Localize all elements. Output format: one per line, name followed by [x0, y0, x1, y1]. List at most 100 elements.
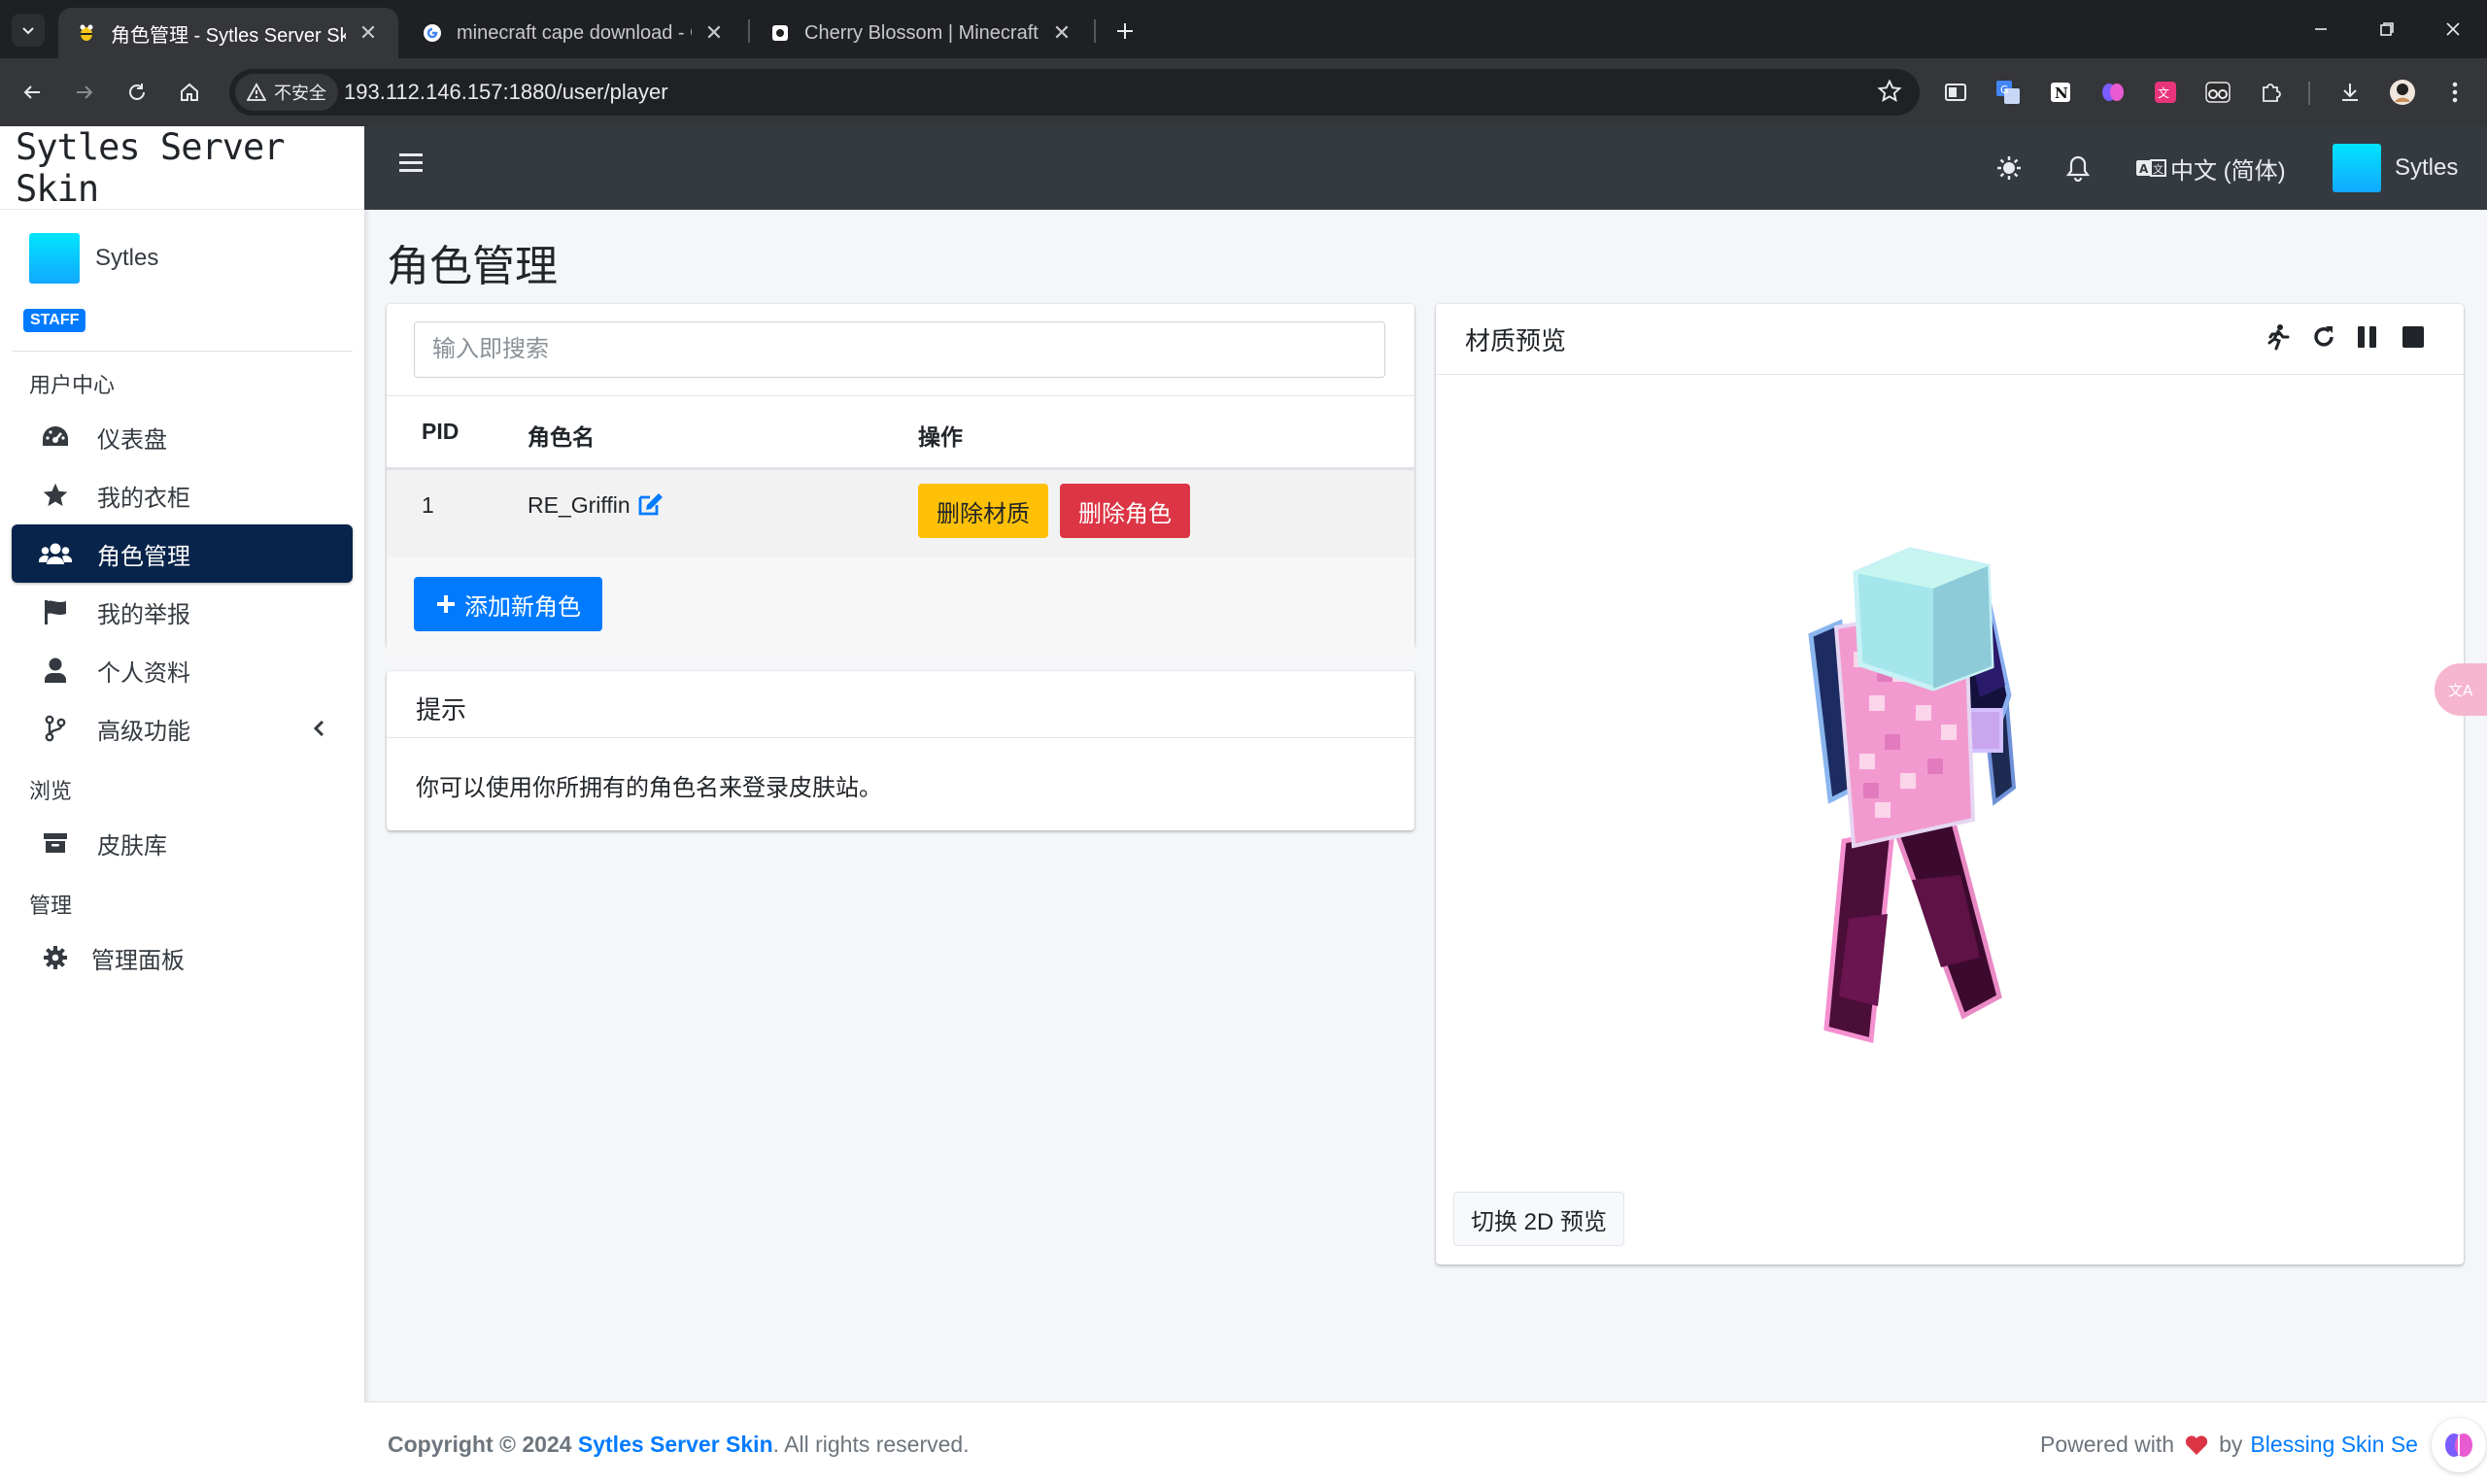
brain-extension-icon[interactable]: [2098, 78, 2128, 107]
dashboard-icon: [39, 422, 72, 452]
nav-header-user-center: 用户中心: [29, 373, 116, 397]
security-chip[interactable]: 不安全: [235, 74, 338, 111]
new-tab-button[interactable]: [1106, 12, 1144, 51]
running-icon[interactable]: [2266, 323, 2291, 351]
add-player-button[interactable]: 添加新角色: [414, 577, 602, 631]
user-avatar[interactable]: [29, 233, 80, 284]
browser-tab[interactable]: Cherry Blossom | Minecraft C ✕: [752, 8, 1092, 58]
user-icon: [39, 656, 72, 685]
translate-extension-icon[interactable]: G: [1993, 78, 2023, 107]
sidebar-item-profile[interactable]: 个人资料: [12, 641, 353, 699]
sidebar-item-label: 高级功能: [97, 718, 190, 745]
close-tab-icon[interactable]: ✕: [356, 20, 381, 46]
google-favicon-icon: [422, 22, 443, 44]
users-icon: [39, 539, 72, 568]
sidebar-item-label: 我的举报: [97, 601, 190, 628]
sidebar-extension-icon[interactable]: [1941, 78, 1970, 107]
url-text[interactable]: 193.112.146.157:1880/user/player: [344, 69, 668, 116]
delete-texture-button[interactable]: 删除材质: [918, 484, 1048, 538]
skin-viewer-canvas[interactable]: [1436, 375, 2464, 1111]
page-title: 角色管理: [387, 243, 558, 290]
copyright-text: Copyright © 2024 Sytles Server Skin. All…: [388, 1432, 970, 1458]
tip-title: 提示: [416, 695, 467, 725]
chevron-left-icon[interactable]: [312, 719, 325, 738]
forward-button[interactable]: [64, 72, 105, 113]
navbar-user-name: Sytles: [2395, 154, 2459, 181]
divider: [387, 737, 1414, 738]
search-input[interactable]: [414, 321, 1385, 378]
sidebar-user-name[interactable]: Sytles: [95, 245, 158, 272]
browser-tab-active[interactable]: 角色管理 - Sytles Server Skin ✕: [58, 8, 398, 58]
arrow-right-icon: [77, 85, 93, 99]
restore-button[interactable]: [2353, 0, 2421, 58]
svg-text:文A: 文A: [2448, 682, 2473, 699]
toolbar-separator: [2308, 82, 2310, 105]
security-label: 不安全: [274, 84, 326, 103]
user-panel: Sytles STAFF: [12, 210, 353, 352]
sidebar-item-dashboard[interactable]: 仪表盘: [12, 408, 353, 466]
copyright-prefix: Copyright © 2024: [388, 1432, 572, 1457]
close-tab-icon[interactable]: ✕: [1049, 20, 1074, 46]
gear-icon: [39, 943, 72, 972]
menu-kebab-icon[interactable]: [2440, 78, 2470, 107]
notification-bell-icon[interactable]: [2065, 126, 2091, 210]
svg-text:G: G: [2000, 84, 2009, 96]
card-footer: 添加新角色: [387, 557, 1414, 659]
sidebar-item-advanced[interactable]: 高级功能: [12, 699, 353, 758]
player-pid: 1: [422, 492, 434, 518]
rotate-icon[interactable]: [2310, 323, 2337, 351]
sidebar-item-reports[interactable]: 我的举报: [12, 583, 353, 641]
delete-player-button[interactable]: 删除角色: [1060, 484, 1190, 538]
pause-icon[interactable]: [2357, 325, 2378, 349]
translator-extension-icon[interactable]: 文: [2151, 78, 2180, 107]
planet-favicon-icon: [769, 22, 791, 44]
glasses-extension-icon[interactable]: [2203, 78, 2232, 107]
hamburger-menu-icon[interactable]: [399, 152, 423, 173]
language-selector[interactable]: A文 中文 (简体): [2135, 126, 2286, 210]
tab-separator: [1094, 19, 1096, 43]
edit-name-icon[interactable]: [637, 491, 664, 517]
puzzle-extensions-icon[interactable]: [2256, 78, 2285, 107]
tab-title: Cherry Blossom | Minecraft C: [804, 21, 1039, 44]
staff-badge: STAFF: [23, 309, 86, 332]
add-player-label: 添加新角色: [464, 593, 581, 621]
floating-brain-button[interactable]: [2432, 1418, 2486, 1472]
sidebar-item-wardrobe[interactable]: 我的衣柜: [12, 466, 353, 524]
blessing-skin-link[interactable]: Blessing Skin Se: [2250, 1432, 2418, 1458]
minimize-button[interactable]: [2287, 0, 2355, 58]
profile-avatar-icon[interactable]: [2388, 78, 2417, 107]
user-menu[interactable]: Sytles: [2333, 126, 2458, 210]
site-name-link[interactable]: Sytles Server Skin: [578, 1432, 773, 1457]
notion-extension-icon[interactable]: N: [2046, 78, 2075, 107]
sidebar-item-admin-panel[interactable]: 管理面板: [12, 928, 353, 987]
table-row: 1 RE_Griffin 删除材质 删除角色: [387, 467, 1414, 557]
sidebar-item-player-management[interactable]: 角色管理: [12, 524, 353, 583]
stop-icon[interactable]: [2402, 325, 2425, 349]
close-tab-icon[interactable]: ✕: [701, 20, 727, 46]
sidebar-item-label: 管理面板: [91, 947, 185, 974]
brand-logo-text[interactable]: Sytles Server Skin: [0, 126, 364, 210]
home-button[interactable]: [169, 72, 210, 113]
powered-by-text: Powered with by Blessing Skin Se: [2040, 1432, 2418, 1458]
minimize-icon: [2315, 28, 2327, 30]
players-card: PID 角色名 操作 1 RE_Griffin 删除材质 删除角色 添加新角色: [387, 304, 1414, 659]
switch-2d-preview-button[interactable]: 切换 2D 预览: [1453, 1192, 1624, 1246]
back-button[interactable]: [12, 72, 52, 113]
translate-icon: 文A: [2448, 682, 2473, 699]
theme-toggle-icon[interactable]: [1995, 126, 2023, 210]
download-icon[interactable]: [2335, 78, 2365, 107]
close-window-button[interactable]: [2419, 0, 2487, 58]
tab-search-button[interactable]: [12, 14, 45, 47]
rights-text: . All rights reserved.: [772, 1432, 970, 1457]
sidebar: Sytles Server Skin Sytles STAFF 用户中心 仪表盘…: [0, 126, 364, 1484]
bookmark-star-icon[interactable]: [1877, 79, 1902, 104]
texture-preview-card: 材质预览 切换 2D 预览: [1436, 304, 2464, 1473]
address-bar[interactable]: 不安全 193.112.146.157:1880/user/player: [229, 69, 1920, 116]
sidebar-item-skin-library[interactable]: 皮肤库: [12, 814, 353, 872]
plus-icon: [1117, 23, 1133, 39]
svg-text:A: A: [2139, 162, 2149, 176]
reload-button[interactable]: [117, 72, 157, 113]
floating-translate-button[interactable]: 文A: [2435, 663, 2487, 716]
tip-card: 提示 你可以使用你所拥有的角色名来登录皮肤站。: [387, 671, 1414, 830]
browser-tab[interactable]: minecraft cape download - G ✕: [404, 8, 744, 58]
